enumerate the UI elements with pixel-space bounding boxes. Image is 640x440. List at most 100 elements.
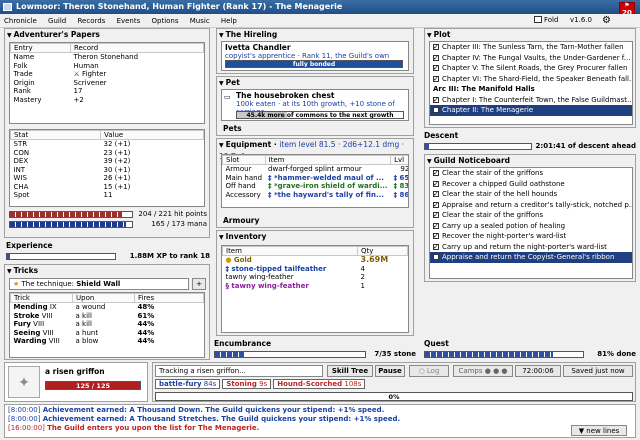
table-row[interactable]: Mending IX a wound 48%: [11, 303, 204, 312]
table-row[interactable]: Armour dwarf-forged splint armour 92: [223, 165, 409, 174]
add-trick-button[interactable]: +: [192, 278, 206, 290]
foe-hp-text: 125 / 125: [75, 382, 111, 390]
window-titlebar: Lowmoor: Theron Stonehand, Human Fighter…: [0, 0, 640, 14]
collapse-icon[interactable]: ▼: [219, 32, 224, 39]
table-row[interactable]: Accessory ‡ *the hayward's tally of fin..…: [223, 191, 409, 200]
log-icon: ○: [418, 367, 425, 375]
menu-options[interactable]: Options: [152, 17, 179, 25]
list-item-selected[interactable]: Chapter II: The Menagerie: [430, 105, 632, 116]
table-row[interactable]: Mastery +2: [11, 96, 204, 105]
gear-icon[interactable]: ⚙: [602, 15, 611, 26]
table-row[interactable]: ‡ stone-tipped tailfeather 4: [223, 265, 408, 274]
pets-tab[interactable]: Pets: [221, 123, 242, 134]
window-title: Lowmoor: Theron Stonehand, Human Fighter…: [16, 2, 343, 11]
table-row[interactable]: Seeing VIII a hunt 44%: [11, 329, 204, 338]
table-row[interactable]: Origin Scrivener: [11, 79, 204, 88]
list-item[interactable]: Carry up and return the night-porter's w…: [430, 242, 632, 252]
table-row[interactable]: Stroke VIII a kill 61%: [11, 312, 204, 321]
list-item[interactable]: Clear the stair of the hell hounds: [430, 189, 632, 200]
menu-music[interactable]: Music: [190, 17, 210, 25]
descent-bar: [424, 143, 532, 150]
table-row[interactable]: DEX 39 (+2): [11, 157, 204, 166]
table-row[interactable]: Spot 11: [11, 191, 204, 200]
list-item[interactable]: Recover a chipped Guild oathstone: [430, 179, 632, 189]
col-value: Value: [100, 130, 204, 140]
panel-title: ▼ Guild Noticeboard: [427, 156, 511, 165]
table-row[interactable]: tawny wing-feather 2: [223, 273, 408, 282]
collapse-icon[interactable]: ▼: [427, 32, 432, 39]
encumbrance-text: 7/35 stone: [374, 350, 416, 358]
status-strip: Tracking a risen griffon... Skill Tree P…: [152, 362, 636, 402]
list-item[interactable]: Appraise and return a creditor's tally-s…: [430, 200, 632, 210]
log-button[interactable]: ○ Log: [409, 365, 449, 377]
mana-bar: [9, 221, 133, 228]
hireling-desc: copyist's apprentice · Rank 11, the Guil…: [225, 52, 390, 60]
table-row[interactable]: Name Theron Stonehand: [11, 53, 204, 62]
table-row[interactable]: Off hand ‡ *grave-iron shield of wardi...…: [223, 182, 409, 191]
panel-title: ▼ Adventurer's Papers: [7, 30, 100, 39]
table-row[interactable]: Fury VIII a kill 44%: [11, 320, 204, 329]
table-row[interactable]: INT 30 (+1): [11, 166, 204, 175]
list-item-selected[interactable]: Appraise and return the Copyist-General'…: [430, 252, 632, 263]
technique-field[interactable]: ★ The technique: Shield Wall: [9, 278, 189, 290]
hireling-name: Ivetta Chandler: [225, 43, 291, 52]
table-row[interactable]: WIS 26 (+1): [11, 174, 204, 183]
fold-button[interactable]: Fold: [534, 16, 558, 24]
fold-icon: [534, 16, 542, 23]
list-item[interactable]: Clear the stair of the griffons: [430, 210, 632, 221]
list-item[interactable]: Carry up a sealed potion of healing: [430, 221, 632, 231]
collapse-icon[interactable]: ▼: [219, 142, 224, 149]
table-row[interactable]: CON 23 (+1): [11, 149, 204, 158]
table-row[interactable]: Trade ⚔ Fighter: [11, 70, 204, 79]
pet-name: The housebroken chest: [236, 91, 335, 100]
collapse-icon[interactable]: ▼: [7, 32, 12, 39]
list-item[interactable]: Chapter III: The Sunless Tarn, the Tarn-…: [430, 42, 632, 53]
table-row[interactable]: CHA 15 (+1): [11, 183, 204, 192]
technique-label: The technique:: [21, 280, 75, 288]
pet-panel: ▼ Pet ▭ The housebroken chest 100k eaten …: [216, 76, 414, 136]
table-row[interactable]: Rank 17: [11, 87, 204, 96]
menu-help[interactable]: Help: [221, 17, 237, 25]
table-row[interactable]: § tawny wing-feather 1: [223, 282, 408, 291]
guild-noticeboard-panel: ▼Guild Noticeboard Clear the stair of th…: [424, 154, 636, 282]
table-row[interactable]: STR 32 (+1): [11, 140, 204, 149]
list-item[interactable]: Chapter I: The Counterfeit Town, the Fal…: [430, 95, 632, 105]
skill-tree-button[interactable]: Skill Tree: [327, 365, 373, 377]
log-line: [8:00:00] Achievement earned: A Thousand…: [8, 415, 401, 423]
table-row[interactable]: Main hand ‡ *hammer-welded maul of ... ‡ 6…: [223, 174, 409, 183]
fold-label: Fold: [544, 16, 559, 24]
encumbrance-panel: Encumbrance 7/35 stone: [212, 338, 418, 362]
effect-tag: battle-fury 84s: [155, 379, 221, 389]
list-item[interactable]: Recover the night-porter's ward-list: [430, 231, 632, 242]
menu-guild[interactable]: Guild: [48, 17, 66, 25]
list-item[interactable]: Clear the stair of the griffons: [430, 168, 632, 179]
list-item[interactable]: Chapter VI: The Shard-Field, the Speaker…: [430, 74, 632, 84]
new-lines-button[interactable]: ▼ new lines: [571, 425, 627, 436]
list-item[interactable]: Chapter V: The Silent Roads, the Grey Pr…: [430, 63, 632, 74]
pause-button[interactable]: Pause: [375, 365, 405, 377]
collapse-icon[interactable]: ▼: [219, 80, 224, 87]
hireling-card: Ivetta Chandler copyist's apprentice · R…: [221, 41, 409, 71]
panel-title: ▼ Tricks: [7, 266, 39, 275]
camps-button[interactable]: Camps ● ● ●: [453, 365, 513, 377]
list-item-arc[interactable]: Arc III: The Manifold Halls: [430, 84, 632, 95]
col-trick: Trick: [10, 293, 73, 303]
panel-title: ▼ Pet: [219, 78, 240, 87]
encumbrance-bar: [214, 351, 366, 358]
col-record: Record: [70, 43, 204, 53]
list-item[interactable]: Chapter IV: The Fungal Vaults, the Under…: [430, 53, 632, 63]
pet-growth-text: 45.4k more of commons to the next growth: [246, 112, 394, 119]
table-row[interactable]: Warding VIII a blow 44%: [11, 337, 204, 346]
collapse-icon[interactable]: ▼: [219, 234, 224, 241]
hp-text: 204 / 221 hit points: [138, 210, 207, 218]
armoury-tab[interactable]: Armoury: [221, 215, 259, 226]
menu-events[interactable]: Events: [117, 17, 141, 25]
xp-text: 1.88M XP to rank 18: [129, 252, 210, 260]
menu-chronicle[interactable]: Chronicle: [4, 17, 37, 25]
collapse-icon[interactable]: ▼: [7, 268, 12, 275]
table-row[interactable]: ● Gold 3.69M: [223, 256, 408, 265]
panel-title: Encumbrance: [214, 339, 272, 348]
table-row[interactable]: Folk Human: [11, 62, 204, 71]
menu-records[interactable]: Records: [77, 17, 105, 25]
collapse-icon[interactable]: ▼: [427, 158, 432, 165]
